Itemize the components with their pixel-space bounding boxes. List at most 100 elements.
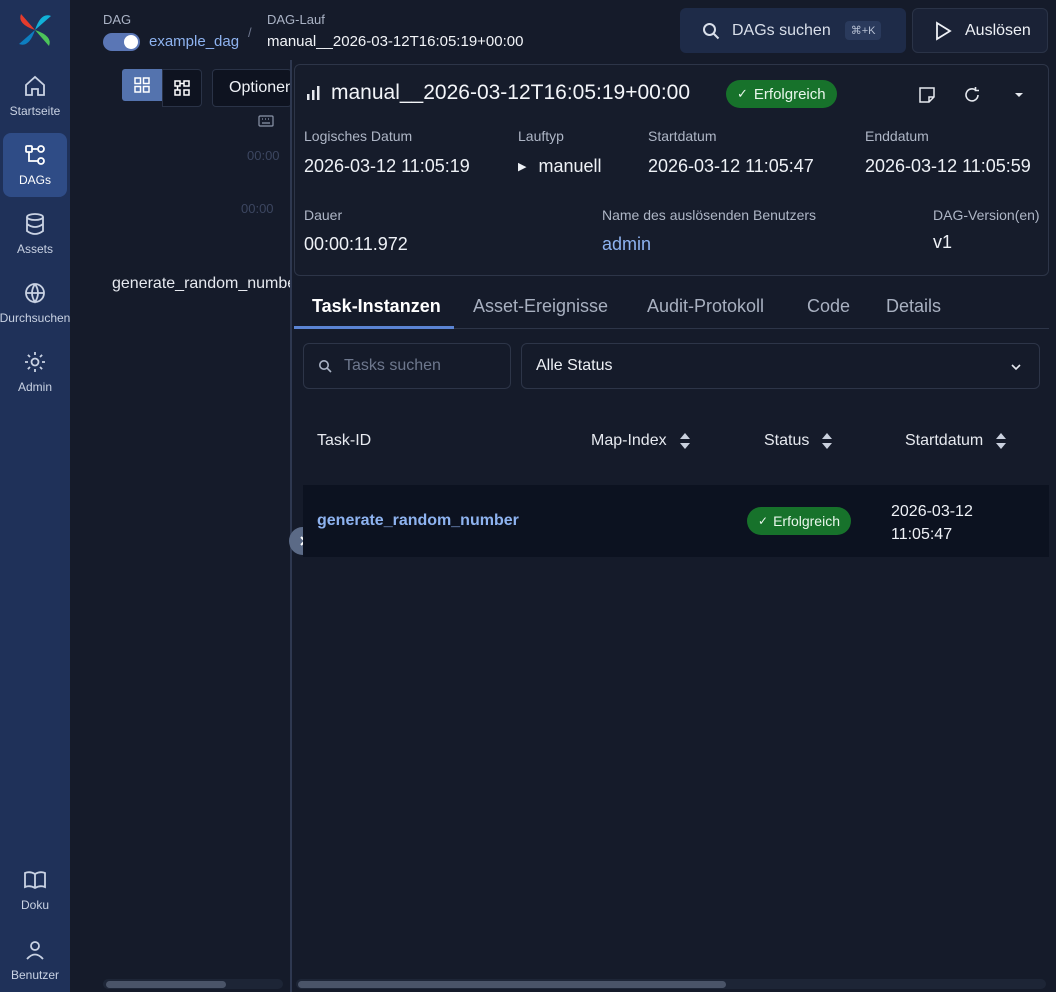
sidebar-item-admin[interactable]: Admin — [3, 340, 67, 404]
dags-icon — [25, 145, 45, 165]
main-scrollbar-thumb[interactable] — [298, 981, 726, 988]
sidebar-bottom: Doku Benutzer — [3, 852, 67, 992]
sidebar-item-label: Durchsuchen — [0, 311, 71, 325]
duration-value: 00:00:11.972 — [304, 234, 408, 254]
duration-label: Dauer — [304, 207, 343, 223]
user-icon — [26, 941, 44, 960]
row-start-date: 2026-03-12 11:05:47 — [891, 500, 1011, 546]
dag-version-value: v1 — [933, 232, 953, 252]
dag-pause-toggle[interactable] — [103, 33, 140, 51]
sidebar-item-dags[interactable]: DAGs — [3, 133, 67, 197]
sidebar-item-label: Startseite — [9, 104, 61, 118]
sidebar-item-home[interactable]: Startseite — [3, 64, 67, 128]
refresh-icon[interactable] — [963, 86, 981, 104]
active-tab-indicator — [294, 326, 454, 329]
breadcrumb-separator: / — [248, 25, 252, 40]
search-placeholder: DAGs suchen — [732, 21, 831, 39]
grid-icon — [134, 77, 150, 93]
gear-icon — [25, 352, 45, 372]
grid-view-button[interactable] — [122, 69, 162, 101]
end-date-label: Enddatum — [865, 128, 929, 144]
home-icon — [25, 75, 45, 96]
chevron-down-icon[interactable] — [1010, 86, 1028, 104]
column-header-label: Startdatum — [905, 432, 984, 449]
status-badge-label: Erfolgreich — [753, 85, 826, 103]
sidebar-item-user[interactable]: Benutzer — [3, 928, 67, 992]
breadcrumb-run-name: manual__2026-03-12T16:05:19+00:00 — [267, 33, 524, 50]
dag-version-label: DAG-Version(en) — [933, 207, 1040, 223]
sidebar-item-label: Assets — [16, 242, 53, 256]
status-badge-label: Erfolgreich — [773, 513, 840, 529]
breadcrumb-run-label: DAG-Lauf — [267, 12, 325, 27]
grid-time-tick: 00:00 — [247, 148, 280, 163]
sort-icon — [822, 433, 833, 449]
column-header-label: Status — [764, 432, 810, 449]
sidebar-item-assets[interactable]: Assets — [3, 202, 67, 266]
column-header-start-date[interactable]: Startdatum — [905, 432, 1007, 450]
tab-details[interactable]: Details — [886, 296, 941, 317]
note-icon[interactable] — [918, 86, 936, 104]
task-search-field[interactable] — [303, 343, 511, 389]
breadcrumb-dag-link[interactable]: example_dag — [149, 33, 239, 50]
sort-icon — [996, 433, 1007, 449]
task-search-input[interactable] — [344, 357, 504, 375]
tab-audit-log[interactable]: Audit-Protokoll — [647, 296, 764, 317]
logical-date-label: Logisches Datum — [304, 128, 413, 144]
status-badge: ✓ Erfolgreich — [747, 507, 851, 535]
keyboard-icon[interactable] — [258, 114, 274, 128]
triggering-user-link[interactable]: admin — [602, 234, 651, 255]
panel-divider[interactable] — [290, 60, 292, 992]
check-icon: ✓ — [737, 86, 748, 101]
start-date-value: 2026-03-12 11:05:47 — [648, 156, 814, 176]
column-header-label: Map-Index — [591, 432, 667, 449]
logical-date-value: 2026-03-12 11:05:19 — [304, 156, 470, 176]
database-icon — [26, 213, 44, 235]
column-header-status[interactable]: Status — [764, 432, 833, 450]
grid-task-label[interactable]: generate_random_number — [112, 275, 290, 293]
end-date-value: 2026-03-12 11:05:59 — [865, 156, 1031, 176]
column-header-task-id[interactable]: Task-ID — [317, 432, 371, 450]
grid-time-tick: 00:00 — [241, 201, 274, 216]
dag-search-button[interactable]: DAGs suchen ⌘+K — [680, 8, 906, 53]
sidebar-item-docs[interactable]: Doku — [3, 858, 67, 922]
sidebar-item-label: Doku — [20, 898, 49, 912]
tab-task-instances[interactable]: Task-Instanzen — [312, 296, 441, 317]
check-icon: ✓ — [758, 514, 769, 528]
sort-icon — [679, 433, 690, 449]
sidebar: Startseite DAGs Assets Durchsuchen Admin… — [0, 0, 70, 992]
trigger-label: Auslösen — [965, 21, 1031, 39]
graph-icon — [174, 80, 190, 96]
graph-view-button[interactable] — [162, 69, 202, 107]
tab-code[interactable]: Code — [807, 296, 850, 317]
left-scrollbar-thumb[interactable] — [106, 981, 226, 988]
sidebar-item-browse[interactable]: Durchsuchen — [0, 271, 71, 335]
book-icon — [24, 871, 46, 890]
sidebar-item-label: Benutzer — [10, 968, 60, 982]
breadcrumb-dag-label: DAG — [103, 12, 132, 27]
task-id-link[interactable]: generate_random_number — [317, 512, 519, 530]
options-label: Optionen — [229, 79, 292, 96]
tab-asset-events[interactable]: Asset-Ereignisse — [473, 296, 608, 317]
play-icon — [936, 20, 952, 41]
options-button[interactable]: Optionen — [212, 69, 292, 107]
status-filter-value: Alle Status — [536, 357, 613, 374]
triggering-user-label: Name des auslösenden Benutzers — [602, 207, 817, 223]
status-filter-select[interactable]: Alle Status — [521, 343, 1040, 389]
run-type-text: manuell — [538, 156, 602, 176]
globe-icon — [25, 283, 45, 304]
column-header-label: Task-ID — [317, 432, 372, 449]
trigger-button[interactable]: Auslösen — [912, 8, 1048, 53]
column-header-map-index[interactable]: Map-Index — [591, 432, 691, 450]
play-small-icon: ▶ — [518, 161, 527, 173]
search-shortcut: ⌘+K — [844, 21, 882, 40]
run-type-label: Lauftyp — [518, 128, 564, 144]
bar-chart-icon — [307, 86, 320, 100]
row-start-date-day: 2026-03-12 — [891, 503, 973, 520]
airflow-logo[interactable] — [15, 10, 55, 50]
run-type-value: ▶ manuell — [518, 156, 602, 177]
run-title: manual__2026-03-12T16:05:19+00:00 — [305, 81, 690, 105]
status-badge: ✓ Erfolgreich — [726, 80, 837, 108]
start-date-label: Startdatum — [648, 128, 717, 144]
row-start-date-time: 11:05:47 — [891, 526, 953, 543]
run-title-text: manual__2026-03-12T16:05:19+00:00 — [331, 81, 691, 104]
